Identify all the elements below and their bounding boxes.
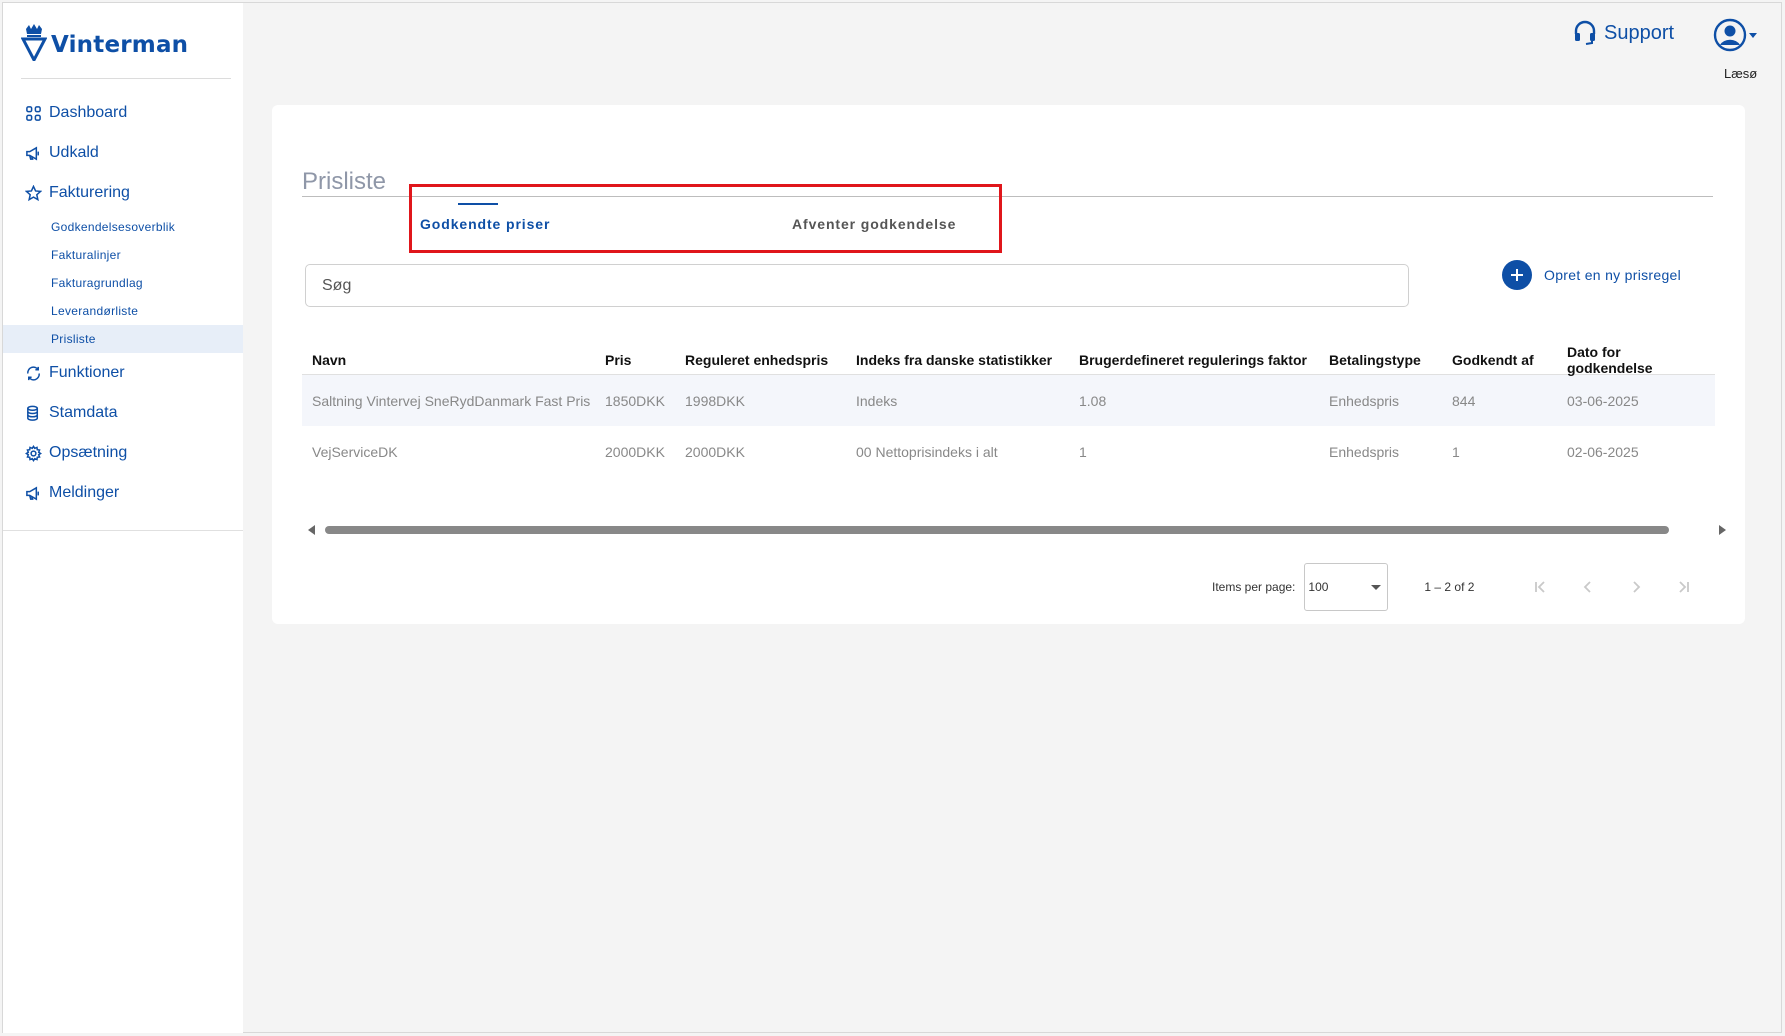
table-row[interactable]: Saltning Vintervej SneRydDanmark Fast Pr… [302,375,1715,426]
column-header[interactable]: Brugerdefineret regulerings faktor [1079,352,1329,368]
brand-name: Vinterman [51,32,189,58]
sidebar-item-label: Funktioner [49,364,125,381]
sidebar-item-label: Dashboard [49,104,128,121]
tab-godkendte-priser[interactable]: Godkendte priser [412,203,792,245]
sidebar-subitem-prisliste[interactable]: Prisliste [3,325,243,353]
plus-icon [1502,260,1532,290]
last-page-icon [1679,581,1690,593]
sidebar-subitem-godkendelsesoverblik[interactable]: Godkendelsesoverblik [3,213,243,241]
sidebar-subitem-fakturagrundlag[interactable]: Fakturagrundlag [3,269,243,297]
user-menu-button[interactable] [1713,18,1757,52]
items-per-page-select[interactable]: 100 [1304,563,1389,611]
main-card: Prisliste Godkendte priser Afventer godk… [272,105,1745,624]
title-divider [302,196,1713,197]
sidebar-item-label: Fakturering [49,184,130,201]
logo-divider [21,78,231,79]
support-label: Support [1604,21,1675,44]
paginator: Items per page: 100 1 – 2 of 2 [1212,562,1708,612]
star-icon [24,184,42,202]
sidebar: Vinterman Dashboard Udkald Fakturering G… [3,3,243,1033]
price-table: Navn Pris Reguleret enhedspris Indeks fr… [302,344,1715,477]
tab-label: Afventer godkendelse [792,216,957,232]
previous-page-button[interactable] [1564,567,1612,607]
search-input[interactable] [305,264,1409,307]
sidebar-item-udkald[interactable]: Udkald [3,133,243,173]
horizontal-scrollbar[interactable] [308,523,1726,535]
sidebar-item-meldinger[interactable]: Meldinger [3,473,243,513]
table-header-row: Navn Pris Reguleret enhedspris Indeks fr… [302,344,1715,376]
tab-label: Godkendte priser [420,216,551,232]
items-per-page-value: 100 [1308,580,1329,594]
brand-logo[interactable]: Vinterman [20,23,189,64]
table-cell: 02-06-2025 [1567,443,1639,460]
table-cell: VejServiceDK [312,443,398,460]
next-page-button[interactable] [1612,567,1660,607]
table-row[interactable]: VejServiceDK 2000DKK 2000DKK 00 Nettopri… [302,426,1715,477]
table-cell: 2000DKK [605,443,665,460]
sidebar-item-dashboard[interactable]: Dashboard [3,93,243,133]
gear-icon [24,444,42,462]
column-header[interactable]: Pris [605,352,685,368]
chevron-down-icon [1749,32,1757,38]
sidebar-subitem-fakturalinjer[interactable]: Fakturalinjer [3,241,243,269]
grid-icon [24,104,42,122]
column-header[interactable]: Godkendt af [1452,352,1567,368]
column-header[interactable]: Navn [302,352,605,368]
dropdown-arrow-icon [1371,584,1382,590]
table-cell: 00 Nettoprisindeks i alt [856,443,998,460]
table-cell: 1850DKK [605,392,665,409]
refresh-icon [24,364,42,382]
sidebar-subitem-leverandorliste[interactable]: Leverandørliste [3,297,243,325]
table-cell: 1 [1452,443,1460,460]
sidebar-item-label: Meldinger [49,484,120,501]
sidebar-item-label: Stamdata [49,404,118,421]
headset-icon [1574,20,1596,45]
user-name: Læsø [1724,66,1758,81]
column-header[interactable]: Indeks fra danske statistikker [856,352,1079,368]
add-button-label: Opret en ny prisregel [1544,267,1682,283]
table-cell: Enhedspris [1329,443,1400,460]
column-header[interactable]: Reguleret enhedspris [685,352,856,368]
table-cell: Enhedspris [1329,392,1400,409]
active-tab-indicator [458,203,498,205]
tab-afventer-godkendelse[interactable]: Afventer godkendelse [792,203,956,245]
scroll-right-arrow-icon[interactable] [1719,525,1726,535]
table-cell: 1 [1079,443,1087,460]
database-icon [24,404,42,422]
column-header[interactable]: Dato for godkendelse [1567,344,1697,376]
table-cell: Indeks [856,392,898,409]
table-cell: 03-06-2025 [1567,392,1639,409]
megaphone-icon [24,144,42,162]
first-page-icon [1535,581,1546,593]
scroll-left-arrow-icon[interactable] [308,525,315,535]
table-cell: 2000DKK [685,443,745,460]
sidebar-divider [3,530,243,531]
sidebar-item-stamdata[interactable]: Stamdata [3,393,243,433]
page-title: Prisliste [302,168,387,195]
sidebar-item-label: Opsætning [49,444,128,461]
chevron-left-icon [1584,581,1592,593]
support-link[interactable]: Support [1572,20,1674,46]
sidebar-nav: Dashboard Udkald Fakturering Godkendelse… [3,93,243,513]
tab-bar: Godkendte priser Afventer godkendelse [412,203,956,245]
first-page-button[interactable] [1516,567,1564,607]
sidebar-item-opsaetning[interactable]: Opsætning [3,433,243,473]
sidebar-item-label: Udkald [49,144,99,161]
scrollbar-thumb[interactable] [325,526,1669,534]
megaphone-icon [24,484,42,502]
sidebar-item-fakturering[interactable]: Fakturering [3,173,243,213]
table-cell: 1.08 [1079,392,1107,409]
items-per-page-label: Items per page: [1212,580,1296,594]
last-page-button[interactable] [1660,567,1708,607]
column-header[interactable]: Betalingstype [1329,352,1452,368]
add-price-rule-button[interactable]: Opret en ny prisregel [1502,260,1681,290]
page-range-label: 1 – 2 of 2 [1424,580,1475,594]
table-cell: Saltning Vintervej SneRydDanmark Fast Pr… [312,392,591,409]
crown-shield-icon [20,23,48,64]
user-avatar-icon [1713,18,1747,52]
table-cell: 1998DKK [685,392,745,409]
chevron-right-icon [1633,581,1641,593]
sidebar-item-funktioner[interactable]: Funktioner [3,353,243,393]
table-cell: 844 [1452,392,1476,409]
